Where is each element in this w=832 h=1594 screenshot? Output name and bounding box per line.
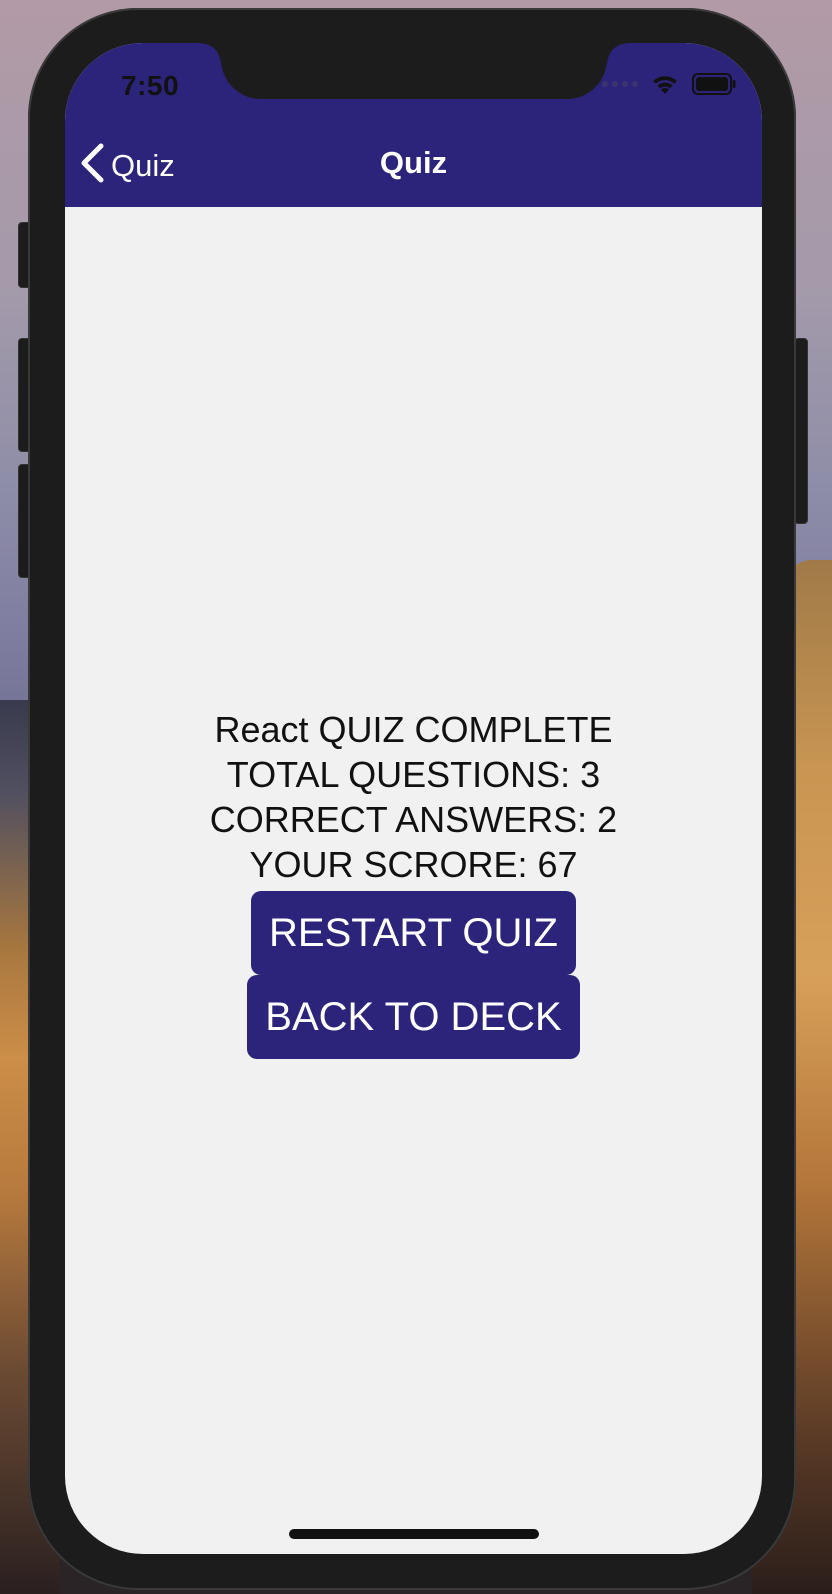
wifi-icon — [650, 73, 680, 95]
quiz-complete-heading: React QUIZ COMPLETE — [214, 709, 613, 750]
score-text: YOUR SCRORE: 67 — [249, 844, 578, 885]
battery-icon — [692, 73, 736, 95]
restart-quiz-button[interactable]: RESTART QUIZ — [251, 891, 576, 975]
navigation-header: 7:50 Quiz Quiz — [65, 43, 762, 207]
app-screen: 7:50 Quiz Quiz React QUIZ COMPLETE TOTAL… — [65, 43, 762, 1554]
home-indicator[interactable] — [289, 1529, 539, 1539]
quiz-result-panel: React QUIZ COMPLETE TOTAL QUESTIONS: 3 C… — [65, 707, 762, 1059]
correct-answers-text: CORRECT ANSWERS: 2 — [209, 799, 618, 840]
status-icons — [602, 73, 736, 95]
signal-dots-icon — [602, 81, 638, 87]
total-questions-text: TOTAL QUESTIONS: 3 — [226, 754, 601, 795]
back-to-deck-button[interactable]: BACK TO DECK — [247, 975, 580, 1059]
notch — [201, 43, 627, 99]
page-title: Quiz — [379, 145, 448, 180]
power-button — [794, 338, 808, 524]
status-time: 7:50 — [121, 70, 180, 101]
